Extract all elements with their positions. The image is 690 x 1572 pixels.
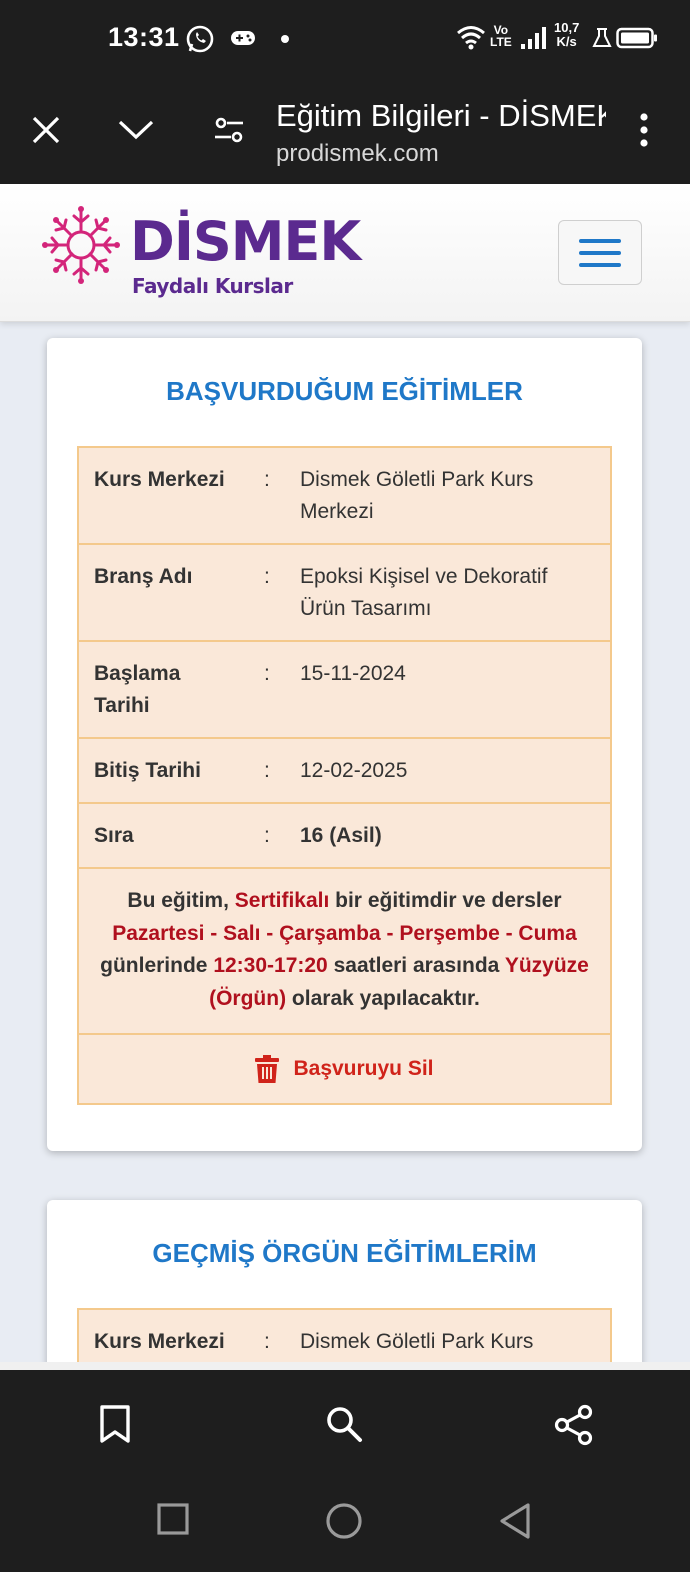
flask-icon xyxy=(592,28,612,47)
status-time: 13:31 xyxy=(108,22,180,52)
hamburger-menu-button[interactable] xyxy=(558,220,642,285)
more-options-button[interactable] xyxy=(622,108,666,152)
site-settings-button[interactable] xyxy=(207,108,251,152)
volte-indicator: Vo LTE xyxy=(490,23,512,49)
back-icon[interactable] xyxy=(498,1502,532,1540)
battery-icon xyxy=(616,27,657,49)
close-tab-button[interactable] xyxy=(24,108,68,152)
past-trainings-card: GEÇMİŞ ÖRGÜN EĞİTİMLERİM Kurs Merkezi : … xyxy=(47,1200,642,1362)
row-value: Dismek Göletli Park Kurs xyxy=(300,1330,534,1353)
bottom-toolbar xyxy=(0,1362,690,1572)
dismek-flower-logo-icon[interactable] xyxy=(42,204,120,286)
wifi-icon xyxy=(457,26,485,50)
row-colon: : xyxy=(264,1330,270,1353)
table-row: Kurs Merkezi : Dismek Göletli Park Kurs xyxy=(79,1310,610,1362)
row-colon: : xyxy=(264,662,270,685)
certificate-highlight: Sertifikalı xyxy=(234,889,330,912)
queue-value: 16 (Asil) xyxy=(300,824,382,847)
row-colon: : xyxy=(264,468,270,491)
applied-trainings-title: BAŞVURDUĞUM EĞİTİMLER xyxy=(166,376,523,406)
row-label: Sıra xyxy=(94,824,134,847)
table-row: Bitiş Tarihi : 12-02-2025 xyxy=(79,739,610,804)
row-label: Branş Adı xyxy=(94,565,193,588)
row-colon: : xyxy=(264,824,270,847)
page-title: Eğitim Bilgileri - DİSMEK xyxy=(276,98,606,133)
row-label: Bitiş Tarihi xyxy=(94,759,201,782)
past-trainings-title: GEÇMİŞ ÖRGÜN EĞİTİMLERİM xyxy=(152,1238,537,1268)
row-label: Kurs Merkezi xyxy=(94,1330,225,1353)
divider xyxy=(0,1362,690,1370)
gamepad-icon xyxy=(231,31,255,45)
share-icon[interactable] xyxy=(554,1404,594,1446)
delete-application-label: Başvuruyu Sil xyxy=(293,1057,434,1080)
row-label: Başlama Tarihi xyxy=(94,662,181,717)
whatsapp-icon xyxy=(186,25,214,53)
hours-highlight: 12:30-17:20 xyxy=(213,954,328,977)
menu-line-icon xyxy=(579,250,621,255)
bookmark-icon[interactable] xyxy=(98,1404,132,1444)
training-notice: Bu eğitim, Sertifikalı bir eğitimdir ve … xyxy=(79,869,610,1035)
recent-apps-icon[interactable] xyxy=(156,1502,190,1536)
row-value: 12-02-2025 xyxy=(300,759,408,782)
web-page: DİSMEK Faydalı Kurslar BAŞVURDUĞUM EĞİTİ… xyxy=(0,184,690,1362)
more-vert-icon xyxy=(640,113,648,147)
row-value: Dismek Göletli Park Kurs Merkezi xyxy=(300,468,534,523)
site-header: DİSMEK Faydalı Kurslar xyxy=(0,184,690,322)
row-label: Kurs Merkezi xyxy=(94,468,225,491)
chevron-down-icon xyxy=(118,120,154,140)
tune-icon xyxy=(215,117,243,143)
row-colon: : xyxy=(264,759,270,782)
logo-name[interactable]: DİSMEK xyxy=(130,210,361,273)
page-url[interactable]: prodismek.com xyxy=(276,140,439,168)
signal-icon xyxy=(521,27,546,49)
table-row: Sıra : 16 (Asil) xyxy=(79,804,610,869)
row-colon: : xyxy=(264,565,270,588)
row-value: 15-11-2024 xyxy=(300,662,406,685)
row-value: Epoksi Kişisel ve Dekoratif Ürün Tasarım… xyxy=(300,565,548,620)
days-highlight: Pazartesi - Salı - Çarşamba - Perşembe -… xyxy=(112,921,577,945)
logo-tagline: Faydalı Kurslar xyxy=(132,274,293,298)
training-info-table: Kurs Merkezi : Dismek Göletli Park Kurs … xyxy=(77,446,612,1105)
search-icon[interactable] xyxy=(324,1404,364,1444)
close-icon xyxy=(32,116,60,144)
status-bar: 13:31 Vo LTE 10,7 K/s xyxy=(0,0,690,78)
browser-toolbar: Eğitim Bilgileri - DİSMEK prodismek.com xyxy=(0,78,690,184)
table-row: Kurs Merkezi : Dismek Göletli Park Kurs … xyxy=(79,448,610,545)
delete-application-button[interactable]: Başvuruyu Sil xyxy=(79,1035,610,1103)
minimize-button[interactable] xyxy=(114,108,158,152)
table-row: Branş Adı : Epoksi Kişisel ve Dekoratif … xyxy=(79,545,610,642)
network-speed: 10,7 K/s xyxy=(554,20,580,49)
applied-trainings-card: BAŞVURDUĞUM EĞİTİMLER Kurs Merkezi : Dis… xyxy=(47,338,642,1151)
menu-line-icon xyxy=(579,238,621,243)
menu-line-icon xyxy=(579,262,621,267)
past-training-table: Kurs Merkezi : Dismek Göletli Park Kurs xyxy=(77,1308,612,1362)
table-row: Başlama Tarihi : 15-11-2024 xyxy=(79,642,610,739)
trash-icon xyxy=(255,1055,280,1083)
notification-dot-icon xyxy=(281,35,289,43)
home-icon[interactable] xyxy=(325,1502,363,1540)
